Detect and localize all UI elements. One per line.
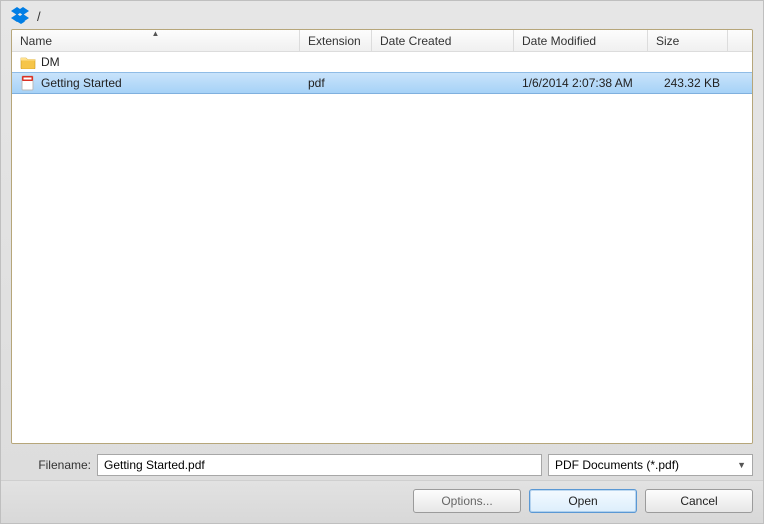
options-button[interactable]: Options... [413,489,521,513]
column-header-date-created[interactable]: Date Created [372,30,514,51]
dropbox-icon [11,7,31,25]
file-name: DM [41,55,60,69]
column-label: Name [20,34,52,48]
column-header-size[interactable]: Size [648,30,728,51]
filetype-select[interactable]: PDF Documents (*.pdf) ▼ [548,454,753,476]
file-list-area: Name ▲ Extension Date Created Date Modif… [11,29,753,444]
column-header-spacer [728,30,752,51]
table-row[interactable]: Getting Started pdf 1/6/2014 2:07:38 AM 243… [12,72,752,94]
file-name: Getting Started [41,76,122,90]
open-button[interactable]: Open [529,489,637,513]
table-row[interactable]: DM [12,52,752,72]
cancel-button[interactable]: Cancel [645,489,753,513]
filetype-value: PDF Documents (*.pdf) [555,458,679,472]
pdf-file-icon [20,75,36,91]
column-label: Size [656,34,679,48]
column-header-date-modified[interactable]: Date Modified [514,30,648,51]
column-header-extension[interactable]: Extension [300,30,372,51]
filename-label: Filename: [11,458,91,472]
filename-input[interactable] [97,454,542,476]
file-date-modified: 1/6/2014 2:07:38 AM [522,76,633,90]
file-size: 243.32 KB [664,76,720,90]
folder-icon [20,55,36,69]
file-rows: DM Getting Started pdf 1/6/2014 2:07:38 AM 2… [12,52,752,443]
filename-bar: Filename: PDF Documents (*.pdf) ▼ [1,452,763,480]
chevron-down-icon: ▼ [737,460,746,470]
path-bar: / [1,1,763,29]
column-label: Extension [308,34,361,48]
sort-indicator-asc-icon: ▲ [152,29,160,38]
column-label: Date Created [380,34,451,48]
column-headers: Name ▲ Extension Date Created Date Modif… [12,30,752,52]
column-label: Date Modified [522,34,596,48]
breadcrumb-path[interactable]: / [37,9,41,24]
dialog-buttons: Options... Open Cancel [1,480,763,523]
open-file-dialog: / Name ▲ Extension Date Created Date Mod… [0,0,764,524]
column-header-name[interactable]: Name ▲ [12,30,300,51]
file-extension: pdf [308,76,325,90]
